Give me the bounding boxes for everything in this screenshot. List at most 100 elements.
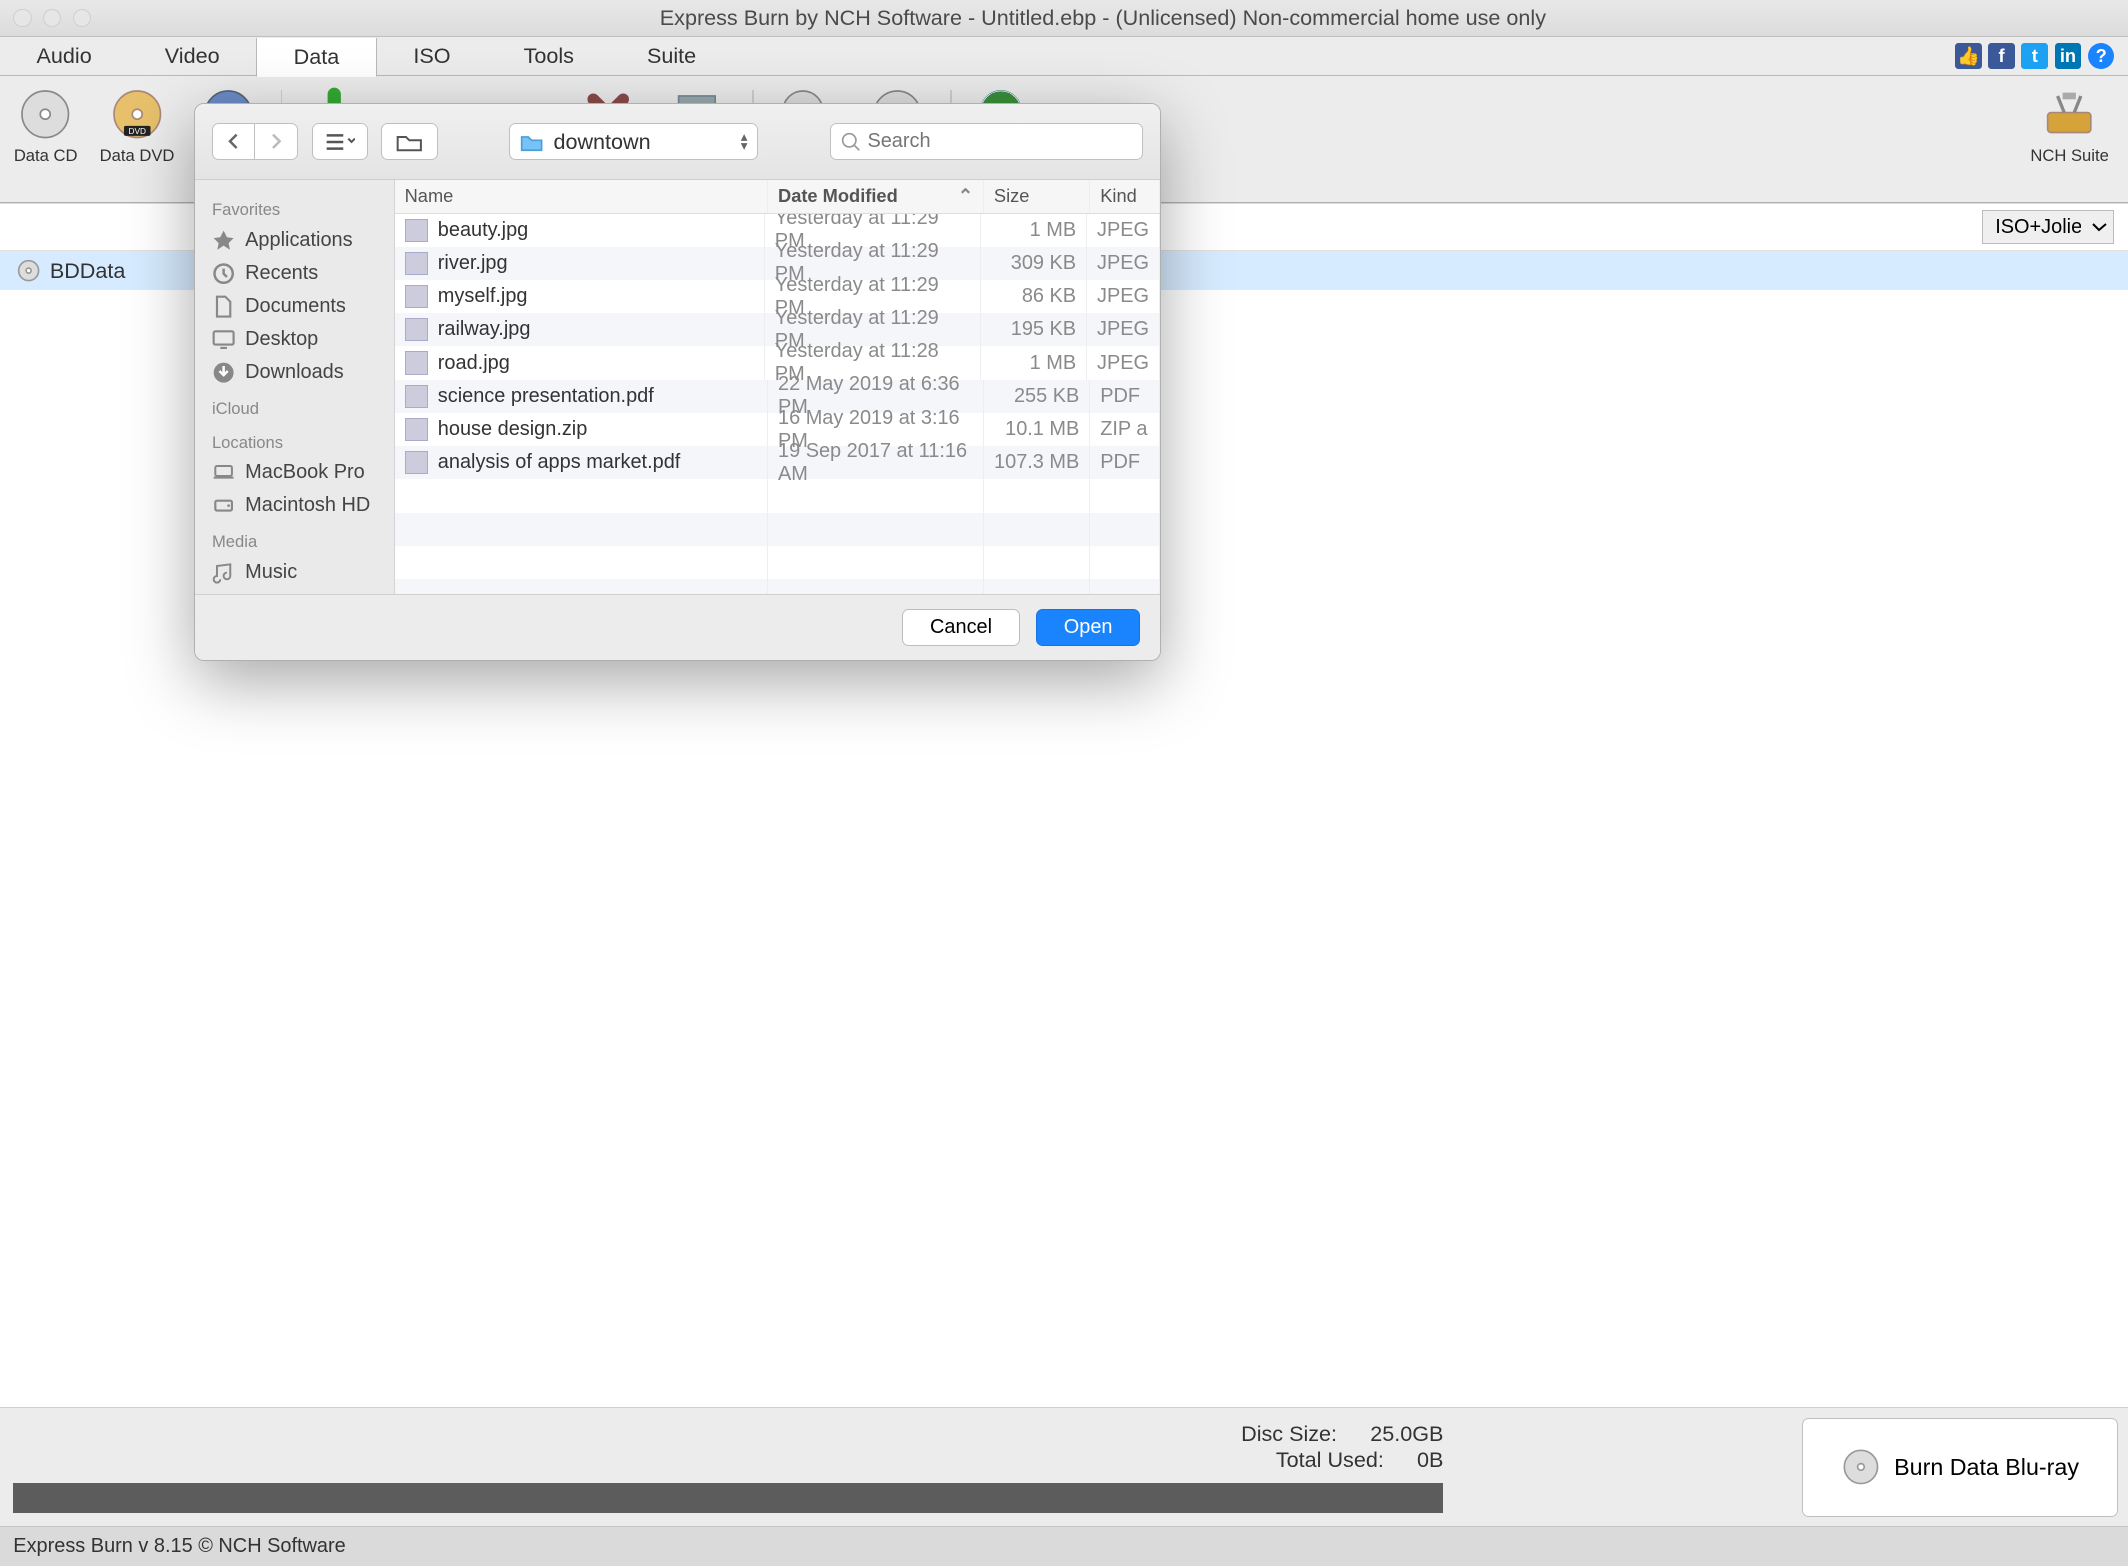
tool-label: NCH Suite (2030, 146, 2108, 166)
folder-name: downtown (553, 129, 650, 155)
sidebar-item[interactable]: Music (195, 556, 393, 589)
file-size: 10.1 MB (984, 413, 1090, 446)
file-name: science presentation.pdf (438, 385, 654, 408)
file-kind: ZIP a (1090, 413, 1160, 446)
sidebar-item-label: Desktop (245, 328, 318, 351)
tab-iso[interactable]: ISO (377, 37, 487, 76)
file-size: 309 KB (981, 247, 1087, 280)
file-name: river.jpg (438, 252, 508, 275)
file-size: 107.3 MB (984, 446, 1090, 479)
chevron-right-icon (268, 133, 285, 150)
cancel-button[interactable]: Cancel (902, 609, 1019, 646)
search-input[interactable] (867, 130, 1132, 153)
file-icon (405, 385, 428, 408)
sidebar-section-header: Favorites (195, 190, 393, 223)
search-field[interactable] (830, 123, 1143, 160)
file-size: 1 MB (981, 214, 1087, 247)
col-kind-header[interactable]: Kind (1090, 180, 1160, 212)
burn-button-label: Burn Data Blu-ray (1894, 1454, 2079, 1481)
total-used-label: Total Used: (1276, 1447, 1384, 1473)
linkedin-icon[interactable]: in (2055, 43, 2082, 70)
view-mode-button[interactable] (312, 123, 368, 160)
tab-suite[interactable]: Suite (610, 37, 732, 76)
file-size: 255 KB (984, 380, 1090, 413)
file-icon (405, 451, 428, 474)
dialog-footer: Cancel Open (195, 594, 1160, 660)
file-list: Name Date Modified⌃ Size Kind beauty.jpg… (395, 180, 1160, 593)
file-name: railway.jpg (438, 318, 531, 341)
sidebar-item-label: Applications (245, 229, 352, 252)
tool-label: Data CD (14, 146, 78, 166)
file-kind: PDF (1090, 380, 1160, 413)
close-window-button[interactable] (13, 9, 31, 27)
tree-root-label: BDData (50, 258, 126, 284)
sidebar-item[interactable]: Recents (195, 257, 393, 290)
open-file-dialog: downtown ▴▾ Favorites Applications Recents… (194, 103, 1161, 661)
col-date-header[interactable]: Date Modified⌃ (768, 180, 984, 212)
dialog-sidebar: Favorites Applications Recents Documents Des… (195, 180, 394, 593)
twitter-icon[interactable]: t (2021, 43, 2048, 70)
file-row-empty (395, 513, 1160, 546)
file-name: road.jpg (438, 352, 510, 375)
file-icon (405, 219, 428, 242)
col-size-header[interactable]: Size (984, 180, 1090, 212)
progress-bar (13, 1483, 1443, 1513)
col-name-header[interactable]: Name (395, 180, 768, 212)
sidebar-item-label: Music (245, 561, 297, 584)
total-used-value: 0B (1417, 1447, 1443, 1473)
open-button[interactable]: Open (1036, 609, 1140, 646)
sidebar-section-header: iCloud (195, 390, 393, 423)
disc-size-label: Disc Size: (1241, 1421, 1337, 1447)
sidebar-item[interactable]: Applications (195, 224, 393, 257)
iso-format-select[interactable]: ISO+Joliet (1982, 210, 2115, 243)
file-kind: JPEG (1087, 247, 1160, 280)
tool-nch-suite[interactable]: NCH Suite (2011, 76, 2127, 201)
main-tab-bar: Audio Video Data ISO Tools Suite 👍 f t i… (0, 37, 2128, 77)
file-icon (405, 418, 428, 441)
dvd-icon: DVD (109, 86, 165, 142)
file-name: myself.jpg (438, 285, 528, 308)
tab-data[interactable]: Data (256, 38, 377, 77)
file-row[interactable]: analysis of apps market.pdf19 Sep 2017 a… (395, 446, 1160, 479)
tab-audio[interactable]: Audio (0, 37, 128, 76)
disc-icon (1841, 1447, 1881, 1487)
minimize-window-button[interactable] (43, 9, 61, 27)
tool-data-dvd[interactable]: DVD Data DVD (91, 76, 182, 201)
file-row-empty (395, 579, 1160, 594)
file-row-empty (395, 546, 1160, 579)
file-icon (405, 351, 428, 374)
file-date: 19 Sep 2017 at 11:16 AM (768, 446, 984, 479)
forward-button[interactable] (255, 123, 298, 160)
folder-path-popup[interactable]: downtown ▴▾ (509, 123, 758, 160)
sidebar-item-label: Recents (245, 262, 318, 285)
sidebar-item[interactable]: Desktop (195, 323, 393, 356)
list-icon (325, 132, 355, 152)
file-kind: JPEG (1087, 280, 1160, 313)
tab-tools[interactable]: Tools (487, 37, 610, 76)
file-list-header: Name Date Modified⌃ Size Kind (395, 180, 1160, 213)
sidebar-item[interactable]: Downloads (195, 356, 393, 389)
file-size: 1 MB (981, 346, 1087, 379)
sidebar-item[interactable]: MacBook Pro (195, 456, 393, 489)
sidebar-section-header: Locations (195, 423, 393, 456)
file-row-empty (395, 479, 1160, 512)
tool-data-cd[interactable]: Data CD (0, 76, 91, 201)
tab-video[interactable]: Video (128, 37, 256, 76)
file-icon (405, 252, 428, 275)
group-button[interactable] (381, 123, 437, 160)
version-bar: Express Burn v 8.15 © NCH Software (0, 1526, 2128, 1566)
like-icon[interactable]: 👍 (1955, 43, 1982, 70)
sidebar-item[interactable]: Documents (195, 290, 393, 323)
folder-icon (520, 132, 543, 152)
help-icon[interactable]: ? (2088, 43, 2115, 70)
file-kind: JPEG (1087, 313, 1160, 346)
file-name: house design.zip (438, 418, 588, 441)
back-button[interactable] (212, 123, 255, 160)
sidebar-item-label: Macintosh HD (245, 494, 370, 517)
cd-icon (17, 86, 73, 142)
folder-icon (396, 132, 423, 152)
sidebar-item[interactable]: Macintosh HD (195, 489, 393, 522)
zoom-window-button[interactable] (73, 9, 91, 27)
burn-button[interactable]: Burn Data Blu-ray (1802, 1418, 2118, 1517)
facebook-icon[interactable]: f (1988, 43, 2015, 70)
